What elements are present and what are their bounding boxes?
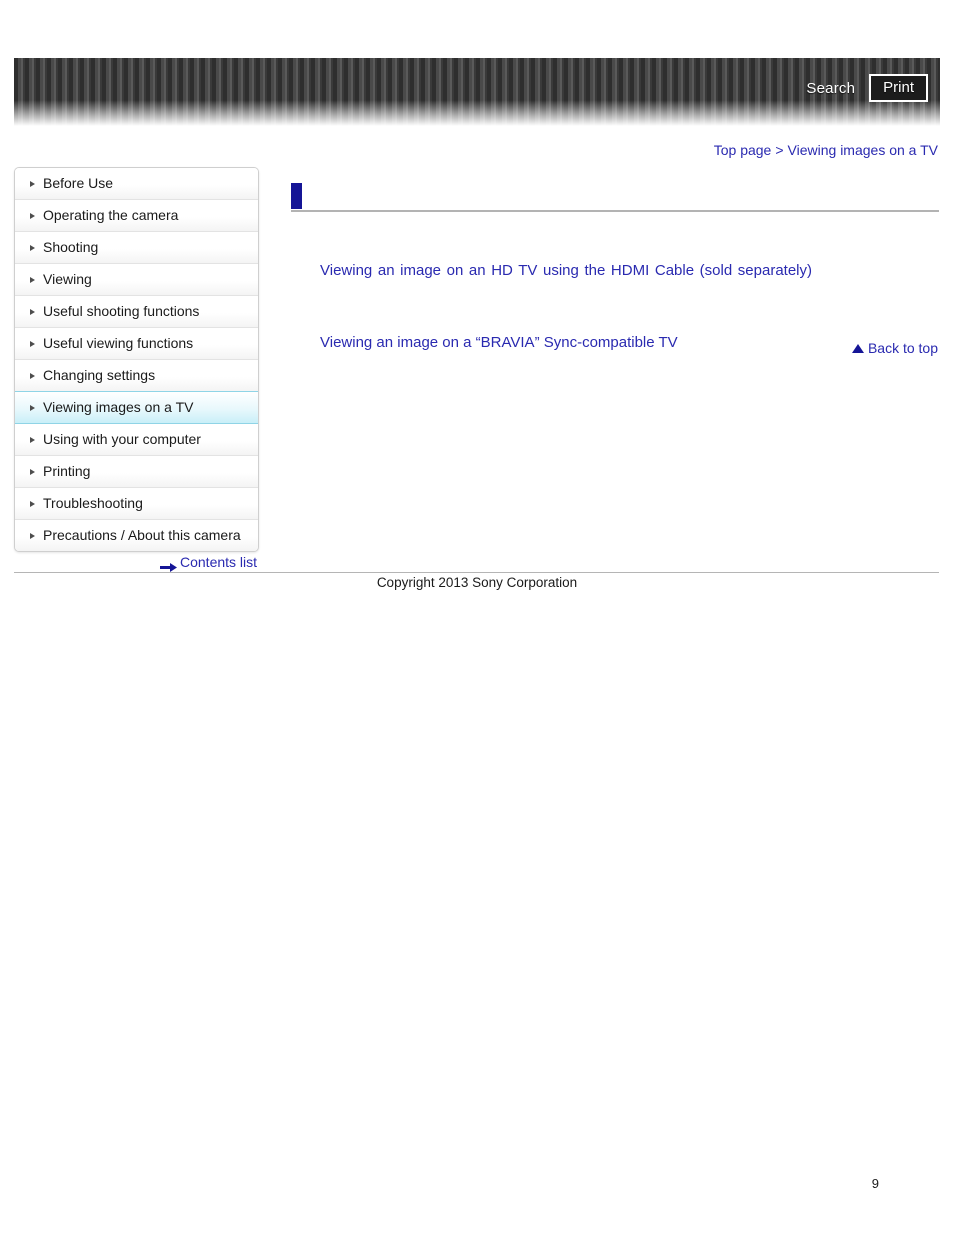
footer-divider [14, 572, 939, 573]
sidebar-item-shooting[interactable]: Shooting [15, 232, 258, 264]
sidebar-item-label: Shooting [43, 239, 99, 255]
heading-accent-bar [291, 183, 302, 209]
breadcrumb: Top page > Viewing images on a TV [714, 142, 938, 158]
page-number: 9 [871, 1176, 879, 1191]
search-link[interactable]: Search [806, 80, 855, 97]
breadcrumb-separator: > [775, 142, 784, 158]
header-tools: Search Print [806, 74, 928, 102]
sidebar-item-label: Viewing [43, 271, 92, 287]
triangle-bullet-icon [30, 468, 35, 475]
sidebar-item-label: Before Use [43, 175, 114, 191]
sidebar-item-operating-the-camera[interactable]: Operating the camera [15, 200, 258, 232]
sidebar-item-label: Useful shooting functions [43, 303, 200, 319]
sidebar-item-label: Using with your computer [43, 431, 201, 447]
copyright-notice: Copyright 2013 Sony Corporation [376, 575, 578, 590]
sidebar-item-label: Troubleshooting [43, 495, 143, 511]
contents-list-link[interactable]: Contents list [160, 554, 258, 572]
print-button[interactable]: Print [869, 74, 928, 102]
main-content: Viewing an image on an HD TV using the H… [291, 180, 939, 356]
sidebar-item-label: Changing settings [43, 367, 156, 383]
page-title-block [291, 180, 939, 212]
triangle-bullet-icon [30, 404, 35, 411]
sidebar-item-changing-settings[interactable]: Changing settings [15, 360, 258, 392]
site-header-banner: Search Print [14, 58, 940, 126]
link-view-image-bravia-sync-tv[interactable]: Viewing an image on a “BRAVIA” Sync-comp… [320, 334, 939, 351]
sidebar-item-before-use[interactable]: Before Use [15, 168, 258, 200]
sidebar-item-label: Precautions / About this camera [43, 527, 241, 543]
sidebar-item-viewing-images-on-a-tv[interactable]: Viewing images on a TV [15, 391, 258, 424]
sidebar-item-troubleshooting[interactable]: Troubleshooting [15, 488, 258, 520]
triangle-bullet-icon [30, 180, 35, 187]
sidebar-item-printing[interactable]: Printing [15, 456, 258, 488]
sidebar-item-using-with-your-computer[interactable]: Using with your computer [15, 424, 258, 456]
triangle-bullet-icon [30, 340, 35, 347]
sidebar-item-label: Useful viewing functions [43, 335, 194, 351]
link-view-image-hd-tv-hdmi[interactable]: Viewing an image on an HD TV using the H… [320, 262, 812, 296]
sidebar-item-useful-shooting-functions[interactable]: Useful shooting functions [15, 296, 258, 328]
breadcrumb-top-page-link[interactable]: Top page [714, 142, 772, 158]
sidebar-item-label: Printing [43, 463, 91, 479]
sidebar-item-label: Operating the camera [43, 207, 179, 223]
triangle-bullet-icon [30, 532, 35, 539]
triangle-bullet-icon [30, 308, 35, 315]
triangle-bullet-icon [30, 436, 35, 443]
contents-list-label: Contents list [180, 554, 258, 570]
breadcrumb-current-page: Viewing images on a TV [787, 142, 938, 158]
sidebar-item-precautions-about-this-camera[interactable]: Precautions / About this camera [15, 520, 258, 551]
back-to-top-link[interactable]: Back to top [851, 340, 938, 356]
sidebar-item-label: Viewing images on a TV [43, 399, 194, 415]
triangle-bullet-icon [30, 372, 35, 379]
triangle-bullet-icon [30, 276, 35, 283]
up-triangle-icon [851, 343, 864, 353]
triangle-bullet-icon [30, 212, 35, 219]
triangle-bullet-icon [30, 244, 35, 251]
right-arrow-icon [160, 559, 177, 572]
back-to-top-label: Back to top [867, 340, 938, 356]
triangle-bullet-icon [30, 500, 35, 507]
sidebar-navigation: Before Use Operating the camera Shooting… [14, 167, 259, 552]
sidebar-item-viewing[interactable]: Viewing [15, 264, 258, 296]
sidebar-item-useful-viewing-functions[interactable]: Useful viewing functions [15, 328, 258, 360]
